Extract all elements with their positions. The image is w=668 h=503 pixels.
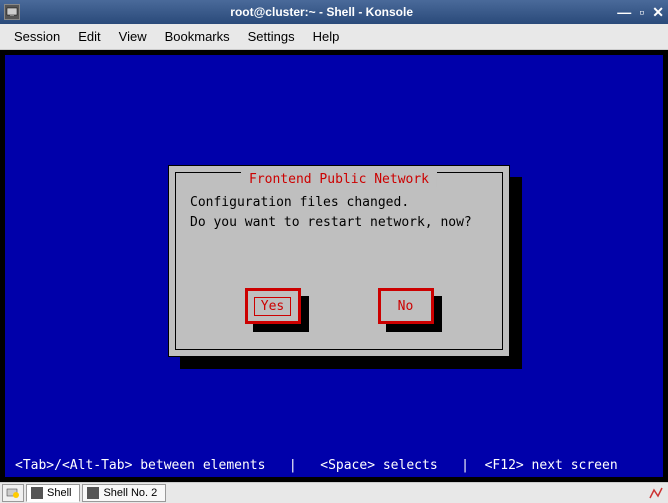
no-label: No xyxy=(392,298,420,315)
menu-view[interactable]: View xyxy=(111,26,155,47)
app-icon xyxy=(4,4,20,20)
window-titlebar: root@cluster:~ - Shell - Konsole — ▫ ✕ xyxy=(0,0,668,24)
menu-bar: Session Edit View Bookmarks Settings Hel… xyxy=(0,24,668,50)
dialog-title: Frontend Public Network xyxy=(241,172,437,187)
terminal-icon xyxy=(87,487,99,499)
no-button[interactable]: No xyxy=(378,288,434,324)
minimize-button[interactable]: — xyxy=(617,4,631,21)
dialog-frame: Frontend Public Network Configuration fi… xyxy=(175,172,503,350)
tab-shell-2[interactable]: Shell No. 2 xyxy=(82,484,166,502)
tab-label-shell2: Shell No. 2 xyxy=(103,487,157,499)
activity-icon[interactable] xyxy=(646,484,666,502)
menu-session[interactable]: Session xyxy=(6,26,68,47)
terminal-icon xyxy=(31,487,43,499)
yes-label: Yes xyxy=(254,297,291,316)
dialog-buttons: Yes No xyxy=(176,288,502,324)
window-title: root@cluster:~ - Shell - Konsole xyxy=(26,5,617,19)
menu-bookmarks[interactable]: Bookmarks xyxy=(157,26,238,47)
menu-settings[interactable]: Settings xyxy=(240,26,303,47)
maximize-button[interactable]: ▫ xyxy=(639,4,644,21)
yes-button[interactable]: Yes xyxy=(245,288,301,324)
dialog-box: Frontend Public Network Configuration fi… xyxy=(168,165,510,357)
terminal-area[interactable]: Frontend Public Network Configuration fi… xyxy=(0,50,668,482)
dialog-text-line1: Configuration files changed. xyxy=(190,193,488,213)
tab-shell[interactable]: Shell xyxy=(26,484,80,502)
close-button[interactable]: ✕ xyxy=(652,4,664,21)
dialog-text-line2: Do you want to restart network, now? xyxy=(190,213,488,233)
tab-label-shell: Shell xyxy=(47,487,71,499)
hint-bar: <Tab>/<Alt-Tab> between elements | <Spac… xyxy=(5,458,663,473)
menu-edit[interactable]: Edit xyxy=(70,26,108,47)
bottom-bar: Shell Shell No. 2 xyxy=(0,482,668,503)
new-tab-button[interactable] xyxy=(2,484,24,502)
menu-help[interactable]: Help xyxy=(305,26,348,47)
